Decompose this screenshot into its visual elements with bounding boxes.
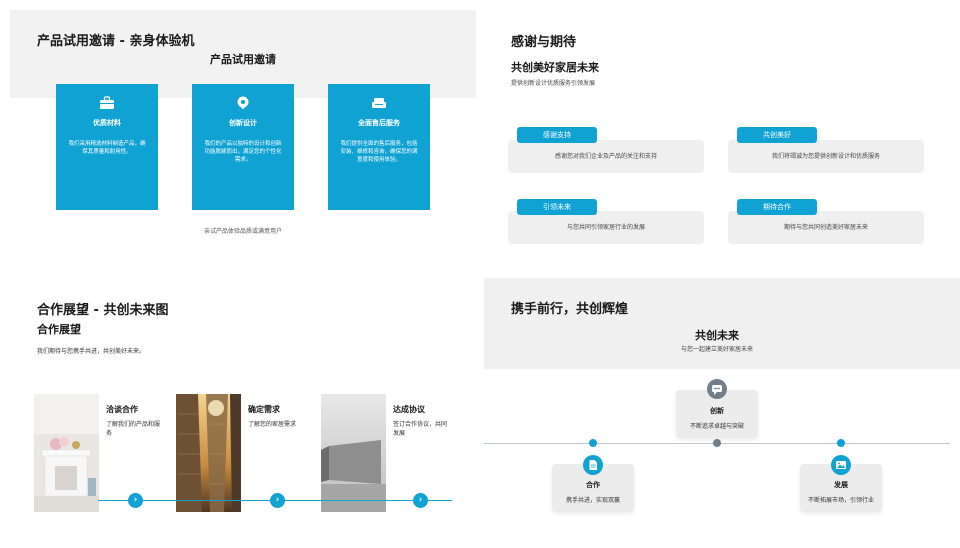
card-desc: 携手共进，实现双赢	[565, 497, 620, 504]
card-desc: 不断追求卓越与突破	[689, 423, 744, 430]
feature-card: 创新设计 我们的产品以独特的设计和创新功能脱颖而出，满足您的个性化需求。	[192, 84, 294, 210]
chat-bubble-icon	[707, 379, 727, 399]
slide-thanks[interactable]: 感谢与期待 共创美好家居未来 提供创新设计优质服务引领发展 感谢您对我们企业及产…	[484, 0, 960, 270]
photo-skyscrapers	[176, 394, 241, 512]
thanks-tag: 引领未来	[517, 199, 597, 215]
card-title: 全面售后服务	[358, 119, 400, 127]
slide-desc: 与您一起建立美好家居未来	[680, 346, 753, 353]
photo-fireplace	[34, 394, 99, 512]
card-desc: 我们的产品以独特的设计和创新功能脱颖而出，满足您的个性化需求。	[204, 141, 282, 163]
slide-subtitle: 共创美好家居未来	[511, 61, 599, 74]
thanks-box: 我们将竭诚为您提供创新设计和优质服务	[728, 140, 924, 173]
card-desc: 我们采用精选材料制造产品，确保其质量和耐用性。	[68, 141, 146, 155]
card-title: 合作	[586, 481, 600, 489]
thanks-tag: 感谢支持	[517, 127, 597, 143]
thanks-tag: 期待合作	[737, 199, 817, 215]
arrow-right-icon[interactable]: ›	[270, 493, 285, 508]
sofa-icon	[372, 98, 386, 108]
arrow-right-icon[interactable]: ›	[413, 493, 428, 508]
step-title: 达成协议	[393, 405, 425, 414]
thanks-box: 期待与您共同创造美好家居未来	[728, 211, 924, 244]
slide-title: 携手前行，共创辉煌	[511, 302, 629, 317]
step-title: 确定需求	[248, 405, 280, 414]
box-text: 与您共同引领家居行业的发展	[566, 224, 645, 231]
box-text: 期待与您共同创造美好家居未来	[783, 224, 868, 231]
slide-title: 合作展望 - 共创未来图	[37, 303, 169, 318]
thanks-box: 感谢您对我们企业及产品的关注和支持	[508, 140, 704, 173]
box-text: 我们将竭诚为您提供创新设计和优质服务	[771, 153, 880, 160]
thanks-box: 与您共同引领家居行业的发展	[508, 211, 704, 244]
step-desc: 了解我们的产品和服务	[106, 421, 161, 437]
card-desc: 我们提供全面的售后服务，包括安装、维修和咨询，确保您的满意度和使用体验。	[340, 141, 418, 163]
feature-card: 优质材料 我们采用精选材料制造产品，确保其质量和耐用性。	[56, 84, 158, 210]
slide-product-trial[interactable]: 产品试用邀请 - 亲身体验机 产品试用邀请 优质材料 我们采用精选材料制造产品，…	[0, 0, 476, 270]
arrow-right-icon[interactable]: ›	[128, 493, 143, 508]
footer-note: 亲试产品体验品质或满意用户	[203, 228, 282, 235]
slide-desc: 提供创新设计优质服务引领发展	[511, 80, 596, 87]
slide-title: 感谢与期待	[511, 35, 577, 50]
document-icon	[583, 455, 603, 475]
briefcase-icon	[100, 96, 114, 109]
slide-title: 产品试用邀请 - 亲身体验机	[37, 34, 195, 49]
header-band	[484, 278, 960, 369]
slide-subtitle: 共创未来	[695, 329, 739, 342]
photo-concrete-wall	[321, 394, 386, 512]
timeline-node	[713, 439, 721, 447]
location-pin-icon	[237, 96, 249, 110]
box-text: 感谢您对我们企业及产品的关注和支持	[554, 153, 657, 160]
card-title: 创新	[710, 407, 724, 415]
image-icon	[831, 455, 851, 475]
step-desc: 签订合作协议，共同发展	[393, 421, 448, 437]
slide-subtitle: 合作展望	[37, 323, 81, 336]
card-desc: 不断拓展市场，引领行业	[807, 497, 874, 504]
slide-desc: 我们期待与您携手共进，共创美好未来。	[37, 348, 146, 355]
slide-subtitle: 产品试用邀请	[210, 53, 276, 66]
timeline-node	[589, 439, 597, 447]
step-title: 洽谈合作	[106, 405, 138, 414]
timeline-node	[837, 439, 845, 447]
step-desc: 了解您的家居需求	[248, 421, 297, 428]
card-title: 创新设计	[229, 119, 257, 127]
card-title: 发展	[834, 481, 848, 489]
feature-card: 全面售后服务 我们提供全面的售后服务，包括安装、维修和咨询，确保您的满意度和使用…	[328, 84, 430, 210]
card-title: 优质材料	[93, 119, 121, 127]
slide-forward-together[interactable]: 携手前行，共创辉煌 共创未来 与您一起建立美好家居未来 创新 不断追求卓越与突破…	[484, 278, 960, 548]
slide-cooperation[interactable]: 合作展望 - 共创未来图 合作展望 我们期待与您携手共进，共创美好未来。 洽谈合…	[0, 278, 476, 548]
thanks-tag: 共创美好	[737, 127, 817, 143]
